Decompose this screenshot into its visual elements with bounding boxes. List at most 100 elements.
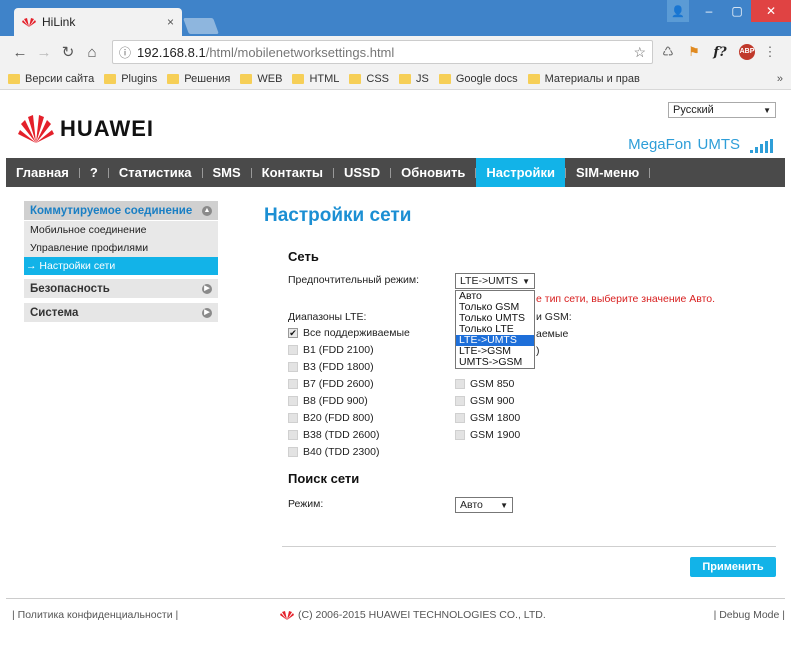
bookmark-folder[interactable]: Решения xyxy=(167,73,230,85)
expand-icon: ▶ xyxy=(202,283,212,294)
browser-toolbar: ← → ↻ ⌂ ⓘ 192.168.8.1 /html/mobilenetwor… xyxy=(0,36,791,68)
gsm-band-hidden-label: ) xyxy=(536,345,540,357)
folder-icon xyxy=(349,73,362,84)
new-tab-button[interactable] xyxy=(183,18,219,34)
sidebar-group-dialup[interactable]: Коммутируемое соединение ▲ xyxy=(24,201,218,221)
gsm-band-1800[interactable]: GSM 1800 xyxy=(455,412,520,424)
checkbox-icon[interactable] xyxy=(288,447,298,457)
nav-update[interactable]: Обновить xyxy=(391,158,475,187)
preferred-mode-select[interactable]: LTE->UMTS ▼ xyxy=(455,273,535,289)
privacy-policy-link[interactable]: | Политика конфиденциальности | xyxy=(12,609,178,621)
folder-icon xyxy=(104,73,117,84)
bookmark-folder[interactable]: CSS xyxy=(349,73,389,85)
huawei-flower-icon xyxy=(280,611,294,620)
nav-settings[interactable]: Настройки xyxy=(476,158,565,187)
gsm-band-all-label: аемые xyxy=(536,328,569,340)
brand-name: HUAWEI xyxy=(60,116,154,141)
gsm-band-1900[interactable]: GSM 1900 xyxy=(455,429,520,441)
checkbox-icon[interactable] xyxy=(288,413,298,423)
reload-icon[interactable]: ↻ xyxy=(58,43,78,61)
sidebar-item-network-settings[interactable]: → Настройки сети xyxy=(24,257,218,275)
network-warning-text: е тип сети, выберите значение Авто. xyxy=(536,293,716,305)
lte-band-b1[interactable]: B1 (FDD 2100) xyxy=(288,344,374,356)
bookmark-folder[interactable]: Версии сайта xyxy=(8,73,94,85)
lte-band-b40[interactable]: B40 (TDD 2300) xyxy=(288,446,379,458)
bookmark-folder[interactable]: Материалы и прав xyxy=(527,73,640,85)
nav-ussd[interactable]: USSD xyxy=(334,158,390,187)
checkbox-icon[interactable] xyxy=(288,430,298,440)
lte-band-b7[interactable]: B7 (FDD 2600) xyxy=(288,378,374,390)
nav-home[interactable]: Главная xyxy=(6,158,79,187)
browser-menu-icon[interactable]: ⋮ xyxy=(759,44,781,60)
address-bar[interactable]: ⓘ 192.168.8.1 /html/mobilenetworksetting… xyxy=(112,40,653,64)
maximize-icon[interactable]: ▢ xyxy=(723,0,751,22)
minimize-icon[interactable]: ‒ xyxy=(695,0,723,22)
sidebar-group-system[interactable]: Система ▶ xyxy=(24,303,218,323)
lte-band-b3[interactable]: B3 (FDD 1800) xyxy=(288,361,374,373)
nav-help[interactable]: ? xyxy=(80,158,108,187)
apply-button[interactable]: Применить xyxy=(690,557,776,577)
checkbox-icon[interactable] xyxy=(288,345,298,355)
forward-icon[interactable]: → xyxy=(34,44,54,61)
lte-band-b8[interactable]: B8 (FDD 900) xyxy=(288,395,368,407)
gsm-band-850[interactable]: GSM 850 xyxy=(455,378,514,390)
browser-tab[interactable]: HiLink × xyxy=(14,8,182,36)
folder-icon xyxy=(399,73,412,84)
language-select[interactable]: Русский ▼ xyxy=(668,102,776,118)
gsm-band-900[interactable]: GSM 900 xyxy=(455,395,514,407)
lte-band-all[interactable]: ✔ Все поддерживаемые xyxy=(288,327,410,339)
url-host: 192.168.8.1 xyxy=(137,44,206,60)
search-mode-select[interactable]: Авто ▼ xyxy=(455,497,513,513)
mode-option-umts-gsm[interactable]: UMTS->GSM xyxy=(456,357,534,368)
network-type: UMTS xyxy=(697,136,741,153)
checkbox-icon[interactable] xyxy=(288,379,298,389)
lte-bands-label: Диапазоны LTE: xyxy=(288,311,367,323)
tab-close-icon[interactable]: × xyxy=(167,15,174,29)
bookmarks-overflow-button[interactable]: » xyxy=(777,73,783,85)
lte-band-b20[interactable]: B20 (FDD 800) xyxy=(288,412,374,424)
checkbox-icon[interactable] xyxy=(455,413,465,423)
folder-icon xyxy=(438,73,451,84)
bookmark-folder[interactable]: HTML xyxy=(292,73,339,85)
nav-contacts[interactable]: Контакты xyxy=(252,158,333,187)
chevron-down-icon: ▼ xyxy=(500,500,508,510)
user-profile-icon[interactable]: 👤 xyxy=(667,0,689,22)
bookmark-folder[interactable]: Google docs xyxy=(438,73,518,85)
bookmark-folder[interactable]: JS xyxy=(399,73,429,85)
sidebar-item-mobile-connection[interactable]: Мобильное соединение xyxy=(24,221,218,239)
search-mode-label: Режим: xyxy=(288,498,324,510)
preferred-mode-dropdown: Авто Только GSM Только UMTS Только LTE L… xyxy=(455,290,535,369)
checkbox-icon[interactable] xyxy=(455,396,465,406)
checkbox-icon[interactable] xyxy=(288,362,298,372)
folder-icon xyxy=(167,73,180,84)
back-icon[interactable]: ← xyxy=(10,44,30,61)
footer-divider xyxy=(6,598,785,599)
nav-sms[interactable]: SMS xyxy=(203,158,251,187)
extension-recycle-icon[interactable]: ♺ xyxy=(657,44,679,60)
network-search-section-title: Поиск сети xyxy=(288,471,360,486)
content-divider xyxy=(282,546,776,547)
debug-mode-link[interactable]: | Debug Mode | xyxy=(714,609,785,621)
adblock-icon[interactable]: ABP xyxy=(739,44,755,60)
nav-statistics[interactable]: Статистика xyxy=(109,158,202,187)
extension-fq-icon[interactable]: f? xyxy=(709,45,731,60)
checkbox-checked-icon[interactable]: ✔ xyxy=(288,328,298,338)
checkbox-icon[interactable] xyxy=(288,396,298,406)
nav-sim-menu[interactable]: SIM-меню xyxy=(566,158,649,187)
bookmark-folder[interactable]: WEB xyxy=(240,73,282,85)
network-section-title: Сеть xyxy=(288,249,319,264)
window-close-icon[interactable]: ✕ xyxy=(751,0,791,22)
bookmark-star-icon[interactable]: ☆ xyxy=(633,44,646,61)
info-icon[interactable]: ⓘ xyxy=(119,44,131,61)
home-icon[interactable]: ⌂ xyxy=(82,44,102,61)
checkbox-icon[interactable] xyxy=(455,430,465,440)
collapse-icon: ▲ xyxy=(202,205,212,216)
settings-sidebar: Коммутируемое соединение ▲ Мобильное сое… xyxy=(24,201,218,323)
sidebar-item-profile-management[interactable]: Управление профилями xyxy=(24,239,218,257)
sidebar-group-security[interactable]: Безопасность ▶ xyxy=(24,279,218,299)
bookmark-folder[interactable]: Plugins xyxy=(104,73,157,85)
expand-icon: ▶ xyxy=(202,307,212,318)
lte-band-b38[interactable]: B38 (TDD 2600) xyxy=(288,429,379,441)
extension-flag-icon[interactable]: ⚑ xyxy=(683,44,705,60)
checkbox-icon[interactable] xyxy=(455,379,465,389)
